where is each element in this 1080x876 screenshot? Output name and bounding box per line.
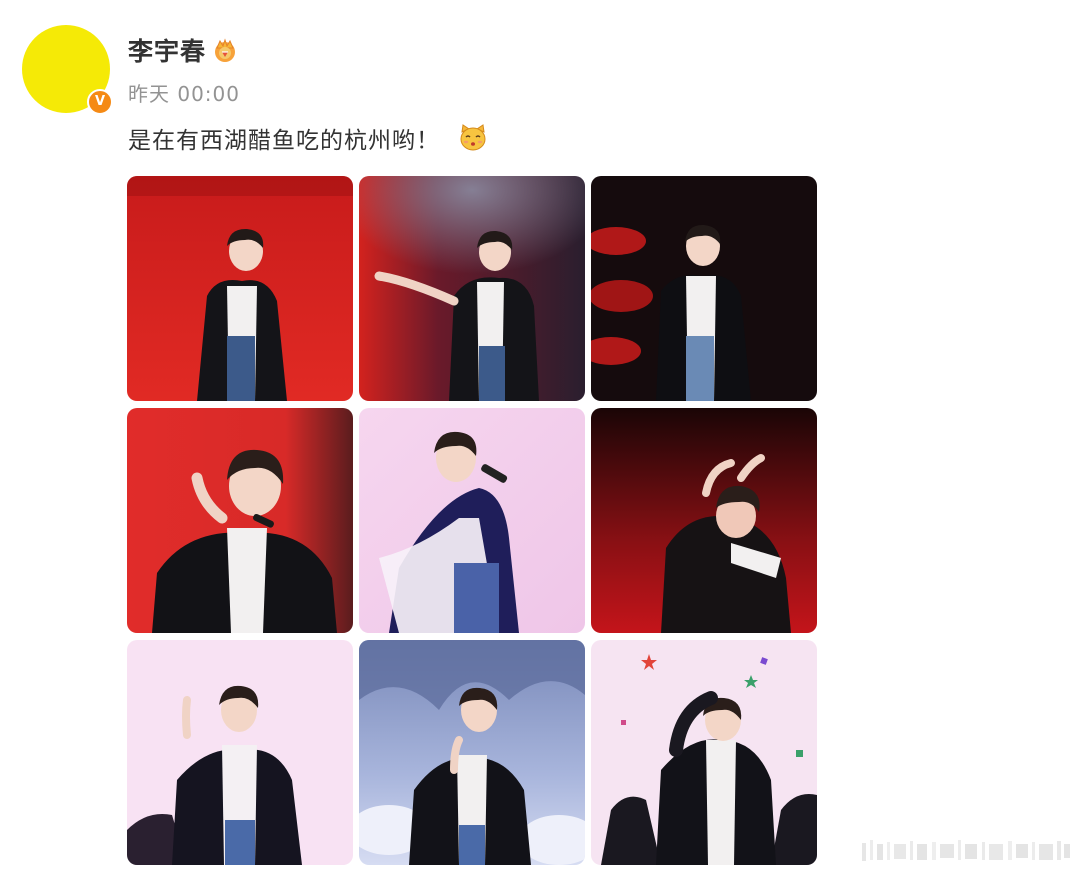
photo-thumbnail[interactable] [591, 640, 817, 865]
photo-thumbnail[interactable] [127, 640, 353, 865]
photo-thumbnail[interactable] [359, 640, 585, 865]
post-text: 是在有西湖醋鱼吃的杭州哟！ [128, 128, 440, 154]
username[interactable]: 李宇春 [128, 32, 206, 68]
kissing-cat-emoji-icon [460, 124, 486, 151]
photo-thumbnail[interactable] [591, 176, 817, 401]
photo-thumbnail[interactable] [127, 408, 353, 633]
post-timestamp[interactable]: 昨天 00:00 [128, 78, 240, 107]
image-toolbar-icon [862, 840, 1070, 861]
photo-thumbnail[interactable] [127, 176, 353, 401]
photo-thumbnail[interactable] [591, 408, 817, 633]
crown-icon[interactable] [212, 37, 238, 63]
photo-thumbnail[interactable] [359, 176, 585, 401]
weibo-post: V 李宇春 昨天 00:00 是在有西湖醋鱼吃的杭州哟！ [0, 0, 1080, 876]
username-row: 李宇春 [128, 32, 238, 68]
photo-grid [127, 176, 817, 865]
photo-thumbnail[interactable] [359, 408, 585, 633]
verified-badge-icon: V [87, 89, 113, 115]
post-text-row: 是在有西湖醋鱼吃的杭州哟！ [128, 121, 488, 155]
